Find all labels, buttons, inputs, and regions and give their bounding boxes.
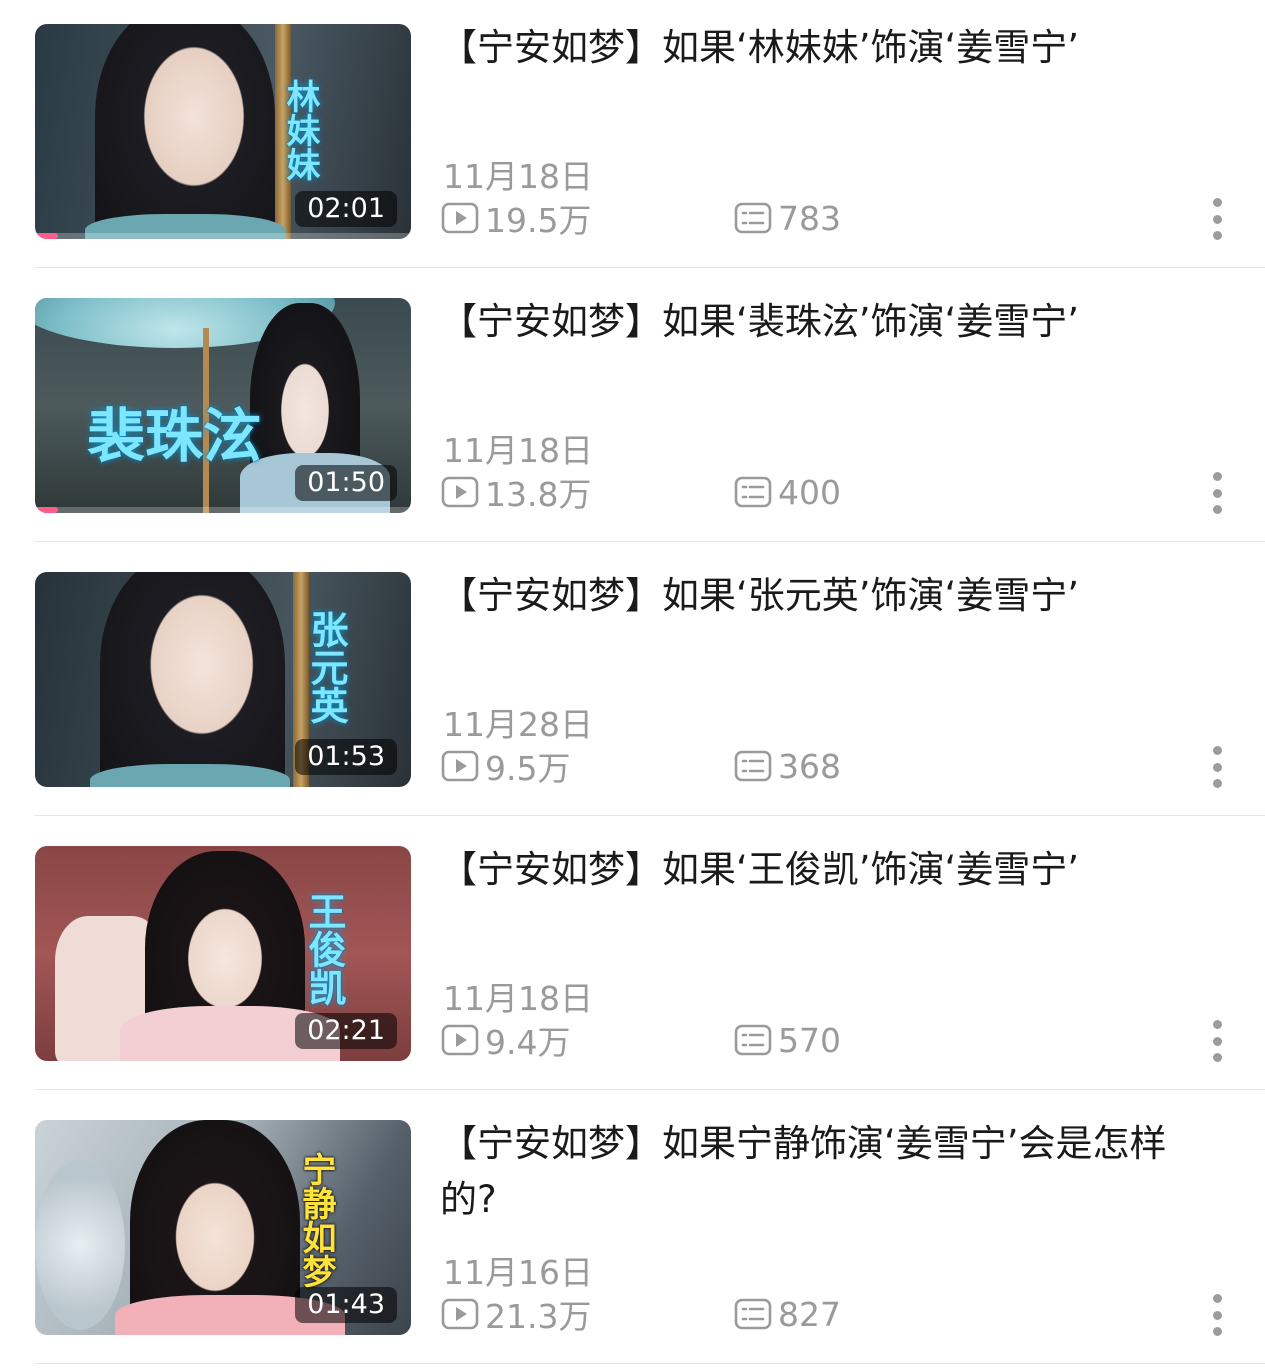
view-count-value: 21.3万	[485, 1297, 592, 1336]
video-duration: 01:50	[295, 465, 397, 501]
thumbnail-overlay-text: 林妹妹	[280, 79, 320, 181]
more-options-button[interactable]	[1198, 1018, 1236, 1064]
danmaku-comment-icon	[734, 750, 772, 782]
video-date: 11月18日	[443, 157, 593, 196]
video-duration: 01:53	[295, 739, 397, 775]
view-count: 13.8万	[441, 472, 591, 514]
video-title[interactable]: 【宁安如梦】如果‘王俊凯’饰演‘姜雪宁’	[440, 842, 1210, 898]
view-count-value: 13.8万	[485, 475, 592, 514]
video-duration: 02:01	[295, 191, 397, 227]
video-title[interactable]: 【宁安如梦】如果‘林妹妹’饰演‘姜雪宁’	[440, 20, 1210, 76]
danmaku-comment-icon	[734, 202, 772, 234]
video-item[interactable]: 张元英 01:53 【宁安如梦】如果‘张元英’饰演‘姜雪宁’ 11月28日 9.…	[0, 548, 1265, 822]
video-item[interactable]: 宁静如梦 01:43 【宁安如梦】如果宁静饰演‘姜雪宁’会是怎样的? 11月16…	[0, 1096, 1265, 1370]
video-duration: 02:21	[295, 1013, 397, 1049]
video-title[interactable]: 【宁安如梦】如果宁静饰演‘姜雪宁’会是怎样的?	[440, 1116, 1210, 1228]
play-count-icon	[441, 750, 479, 782]
comment-count: 570	[734, 1020, 841, 1060]
divider	[35, 267, 1265, 268]
comment-count-value: 570	[778, 1020, 841, 1060]
more-options-button[interactable]	[1198, 744, 1236, 790]
thumbnail-overlay-text: 宁静如梦	[296, 1152, 336, 1288]
video-date: 11月18日	[443, 979, 593, 1018]
comment-count-value: 827	[778, 1294, 841, 1334]
video-thumbnail[interactable]: 宁静如梦 01:43	[35, 1120, 411, 1335]
view-count: 9.4万	[441, 1020, 570, 1062]
view-count-value: 9.4万	[485, 1023, 571, 1062]
video-date: 11月18日	[443, 431, 593, 470]
video-item[interactable]: 裴珠泫 01:50 【宁安如梦】如果‘裴珠泫’饰演‘姜雪宁’ 11月18日 13…	[0, 274, 1265, 548]
more-options-button[interactable]	[1198, 470, 1236, 516]
view-count: 9.5万	[441, 746, 570, 788]
view-count: 19.5万	[441, 198, 591, 240]
more-options-button[interactable]	[1198, 1292, 1236, 1338]
view-count-value: 9.5万	[485, 749, 571, 788]
thumbnail-overlay-text: 裴珠泫	[87, 402, 262, 470]
comment-count-value: 368	[778, 746, 841, 786]
divider	[35, 815, 1265, 816]
video-title[interactable]: 【宁安如梦】如果‘张元英’饰演‘姜雪宁’	[440, 568, 1210, 624]
view-count-value: 19.5万	[485, 201, 592, 240]
more-options-button[interactable]	[1198, 196, 1236, 242]
play-count-icon	[441, 202, 479, 234]
comment-count: 827	[734, 1294, 841, 1334]
danmaku-comment-icon	[734, 1298, 772, 1330]
view-count: 21.3万	[441, 1294, 591, 1336]
video-thumbnail[interactable]: 王俊凯 02:21	[35, 846, 411, 1061]
comment-count-value: 783	[778, 198, 841, 238]
comment-count: 400	[734, 472, 841, 512]
video-date: 11月16日	[443, 1253, 593, 1292]
divider	[35, 541, 1265, 542]
comment-count: 783	[734, 198, 841, 238]
watch-progress-bar	[35, 233, 411, 239]
video-duration: 01:43	[295, 1287, 397, 1323]
video-thumbnail[interactable]: 林妹妹 02:01	[35, 24, 411, 239]
comment-count-value: 400	[778, 472, 841, 512]
play-count-icon	[441, 476, 479, 508]
video-list: 林妹妹 02:01 【宁安如梦】如果‘林妹妹’饰演‘姜雪宁’ 11月18日 19…	[0, 0, 1265, 1370]
danmaku-comment-icon	[734, 476, 772, 508]
thumbnail-overlay-text: 王俊凯	[302, 892, 346, 1006]
video-title[interactable]: 【宁安如梦】如果‘裴珠泫’饰演‘姜雪宁’	[440, 294, 1210, 350]
video-item[interactable]: 王俊凯 02:21 【宁安如梦】如果‘王俊凯’饰演‘姜雪宁’ 11月18日 9.…	[0, 822, 1265, 1096]
video-thumbnail[interactable]: 裴珠泫 01:50	[35, 298, 411, 513]
comment-count: 368	[734, 746, 841, 786]
video-item[interactable]: 林妹妹 02:01 【宁安如梦】如果‘林妹妹’饰演‘姜雪宁’ 11月18日 19…	[0, 0, 1265, 274]
danmaku-comment-icon	[734, 1024, 772, 1056]
divider	[35, 1089, 1265, 1090]
play-count-icon	[441, 1024, 479, 1056]
divider	[35, 1363, 1265, 1364]
video-thumbnail[interactable]: 张元英 01:53	[35, 572, 411, 787]
watch-progress-bar	[35, 507, 411, 513]
video-date: 11月28日	[443, 705, 593, 744]
thumbnail-overlay-text: 张元英	[304, 610, 348, 724]
play-count-icon	[441, 1298, 479, 1330]
